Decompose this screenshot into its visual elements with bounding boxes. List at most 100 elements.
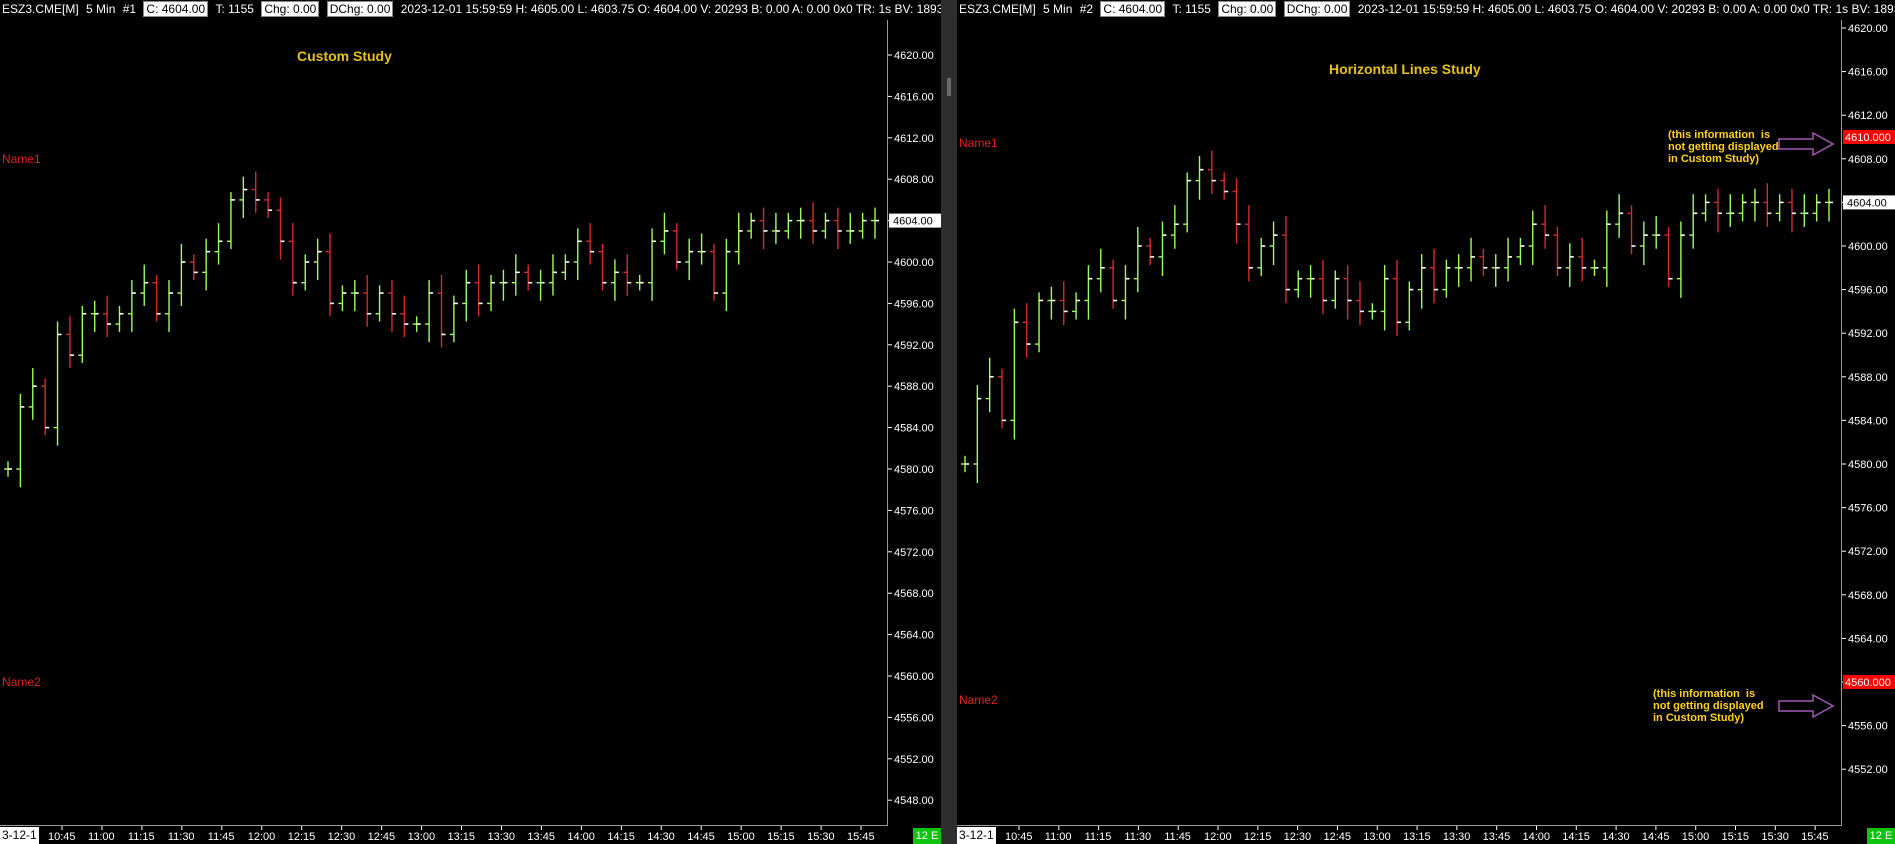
ticks-value: T: 1155: [215, 2, 254, 16]
time-tick-label: 13:30: [487, 831, 515, 843]
time-tick-label: 10:45: [48, 831, 76, 843]
time-tick-label: 15:30: [807, 831, 835, 843]
time-tick-label: 15:30: [1761, 831, 1789, 843]
chart-number-label: #2: [1079, 2, 1094, 16]
time-tick-label: 11:45: [208, 831, 235, 843]
price-tick-label: 4584.00: [894, 423, 934, 435]
price-tick-label: 4596.00: [894, 298, 934, 310]
symbol-label: ESZ3.CME[M]: [2, 2, 79, 16]
line-price-label: 4610.000: [1845, 132, 1891, 144]
price-tick-label: 4564.00: [1848, 633, 1888, 645]
stats-text: 2023-12-01 15:59:59 H: 4605.00 L: 4603.7…: [1357, 2, 1895, 16]
time-tick-label: 15:15: [767, 831, 795, 843]
price-tick-label: 4584.00: [1848, 415, 1888, 427]
ticks-value: T: 1155: [1172, 2, 1211, 16]
date-start-label: 3-12-1: [957, 827, 996, 844]
price-tick-label: 4608.00: [894, 174, 934, 186]
current-price-label: 4604.00: [893, 216, 933, 228]
date-start-label: 3-12-1: [0, 827, 39, 844]
dchange-value: DChg: 0.00: [1283, 1, 1351, 17]
line-price-label: 4560.000: [1845, 677, 1891, 689]
price-tick-label: 4592.00: [1848, 328, 1888, 340]
time-tick-label: 11:45: [1164, 831, 1191, 843]
price-tick-label: 4612.00: [1848, 110, 1888, 122]
close-value: C: 4604.00: [143, 1, 209, 17]
time-tick-label: 14:15: [607, 831, 635, 843]
time-tick-label: 11:30: [1124, 831, 1151, 843]
left-chart-panel[interactable]: ESZ3.CME[M] 5 Min #1 C: 4604.00 T: 1155 …: [0, 0, 941, 844]
chart-number-label: #1: [122, 2, 137, 16]
line-label-name2: Name2: [959, 693, 998, 707]
time-tick-label: 15:15: [1722, 831, 1750, 843]
corner-status: 12 E: [1867, 828, 1895, 844]
price-tick-label: 4568.00: [894, 588, 934, 600]
time-axis[interactable]: 10:45 11:00 11:15 11:30 11:45 12:00 12:15 12:30…: [0, 825, 887, 844]
study-title: Horizontal Lines Study: [1329, 61, 1481, 77]
time-tick-label: 13:15: [1403, 831, 1431, 843]
time-tick-label: 11:15: [128, 831, 155, 843]
time-tick-label: 13:30: [1443, 831, 1471, 843]
time-tick-label: 15:45: [1801, 831, 1829, 843]
interval-label: 5 Min: [86, 2, 116, 16]
arrow-right-icon: [1778, 693, 1835, 719]
time-tick-label: 12:45: [368, 831, 396, 843]
price-tick-label: 4588.00: [1848, 372, 1888, 384]
time-tick-label: 12:00: [248, 831, 276, 843]
time-tick-label: 11:30: [168, 831, 195, 843]
time-tick-label: 12:15: [288, 831, 316, 843]
price-tick-label: 4580.00: [1848, 459, 1888, 471]
price-tick-label: 4572.00: [1848, 546, 1888, 558]
study-title: Custom Study: [297, 48, 392, 64]
time-tick-label: 14:00: [1522, 831, 1550, 843]
price-tick-label: 4616.00: [894, 91, 934, 103]
time-tick-label: 12:15: [1244, 831, 1272, 843]
chart-splitter[interactable]: [941, 0, 957, 844]
price-tick-label: 4556.00: [1848, 721, 1888, 733]
stats-text: 2023-12-01 15:59:59 H: 4605.00 L: 4603.7…: [400, 2, 941, 16]
symbol-label: ESZ3.CME[M]: [959, 2, 1036, 16]
price-axis[interactable]: 4620.00 4616.00 4612.00 4608.00 4604.00 4600.…: [1841, 20, 1895, 826]
line-label-name1: Name1: [2, 152, 41, 166]
price-tick-label: 4612.00: [894, 133, 934, 145]
time-tick-label: 13:45: [527, 831, 555, 843]
price-tick-label: 4568.00: [1848, 590, 1888, 602]
price-tick-label: 4600.00: [1848, 241, 1888, 253]
arrow-right-icon: [1778, 131, 1835, 157]
price-chart-plot[interactable]: [0, 20, 887, 826]
time-tick-label: 13:45: [1483, 831, 1511, 843]
time-tick-label: 14:45: [687, 831, 715, 843]
time-tick-label: 14:15: [1562, 831, 1590, 843]
price-tick-label: 4548.00: [894, 795, 934, 807]
price-tick-label: 4620.00: [894, 50, 934, 62]
price-tick-label: 4552.00: [1848, 764, 1888, 776]
time-tick-label: 11:15: [1085, 831, 1112, 843]
price-tick-label: 4576.00: [894, 505, 934, 517]
change-value: Chg: 0.00: [1218, 1, 1277, 17]
time-tick-label: 11:00: [88, 831, 115, 843]
price-tick-label: 4552.00: [894, 754, 934, 766]
annotation-note-top: (this information is not getting display…: [1668, 129, 1779, 165]
price-tick-label: 4556.00: [894, 712, 934, 724]
splitter-grip[interactable]: [947, 78, 951, 96]
dchange-value: DChg: 0.00: [326, 1, 394, 17]
interval-label: 5 Min: [1043, 2, 1073, 16]
time-tick-label: 15:00: [727, 831, 755, 843]
time-tick-label: 12:30: [328, 831, 356, 843]
corner-status: 12 E: [913, 828, 941, 844]
price-tick-label: 4592.00: [894, 340, 934, 352]
time-axis[interactable]: 10:45 11:00 11:15 11:30 11:45 12:00 12:15 12:30…: [957, 825, 1841, 844]
price-tick-label: 4608.00: [1848, 154, 1888, 166]
price-axis[interactable]: 4620.00 4616.00 4612.00 4608.00 4604.00 4600.…: [887, 20, 941, 826]
time-tick-label: 12:00: [1204, 831, 1232, 843]
time-tick-label: 13:15: [448, 831, 476, 843]
price-tick-label: 4600.00: [894, 257, 934, 269]
time-tick-label: 15:45: [847, 831, 875, 843]
chart-header: ESZ3.CME[M] 5 Min #1 C: 4604.00 T: 1155 …: [0, 0, 941, 19]
price-tick-label: 4588.00: [894, 381, 934, 393]
price-tick-label: 4564.00: [894, 630, 934, 642]
right-chart-panel[interactable]: ESZ3.CME[M] 5 Min #2 C: 4604.00 T: 1155 …: [957, 0, 1895, 844]
time-tick-label: 13:00: [408, 831, 436, 843]
time-tick-label: 11:00: [1045, 831, 1072, 843]
current-price-label: 4604.00: [1847, 197, 1887, 209]
price-tick-label: 4616.00: [1848, 67, 1888, 79]
